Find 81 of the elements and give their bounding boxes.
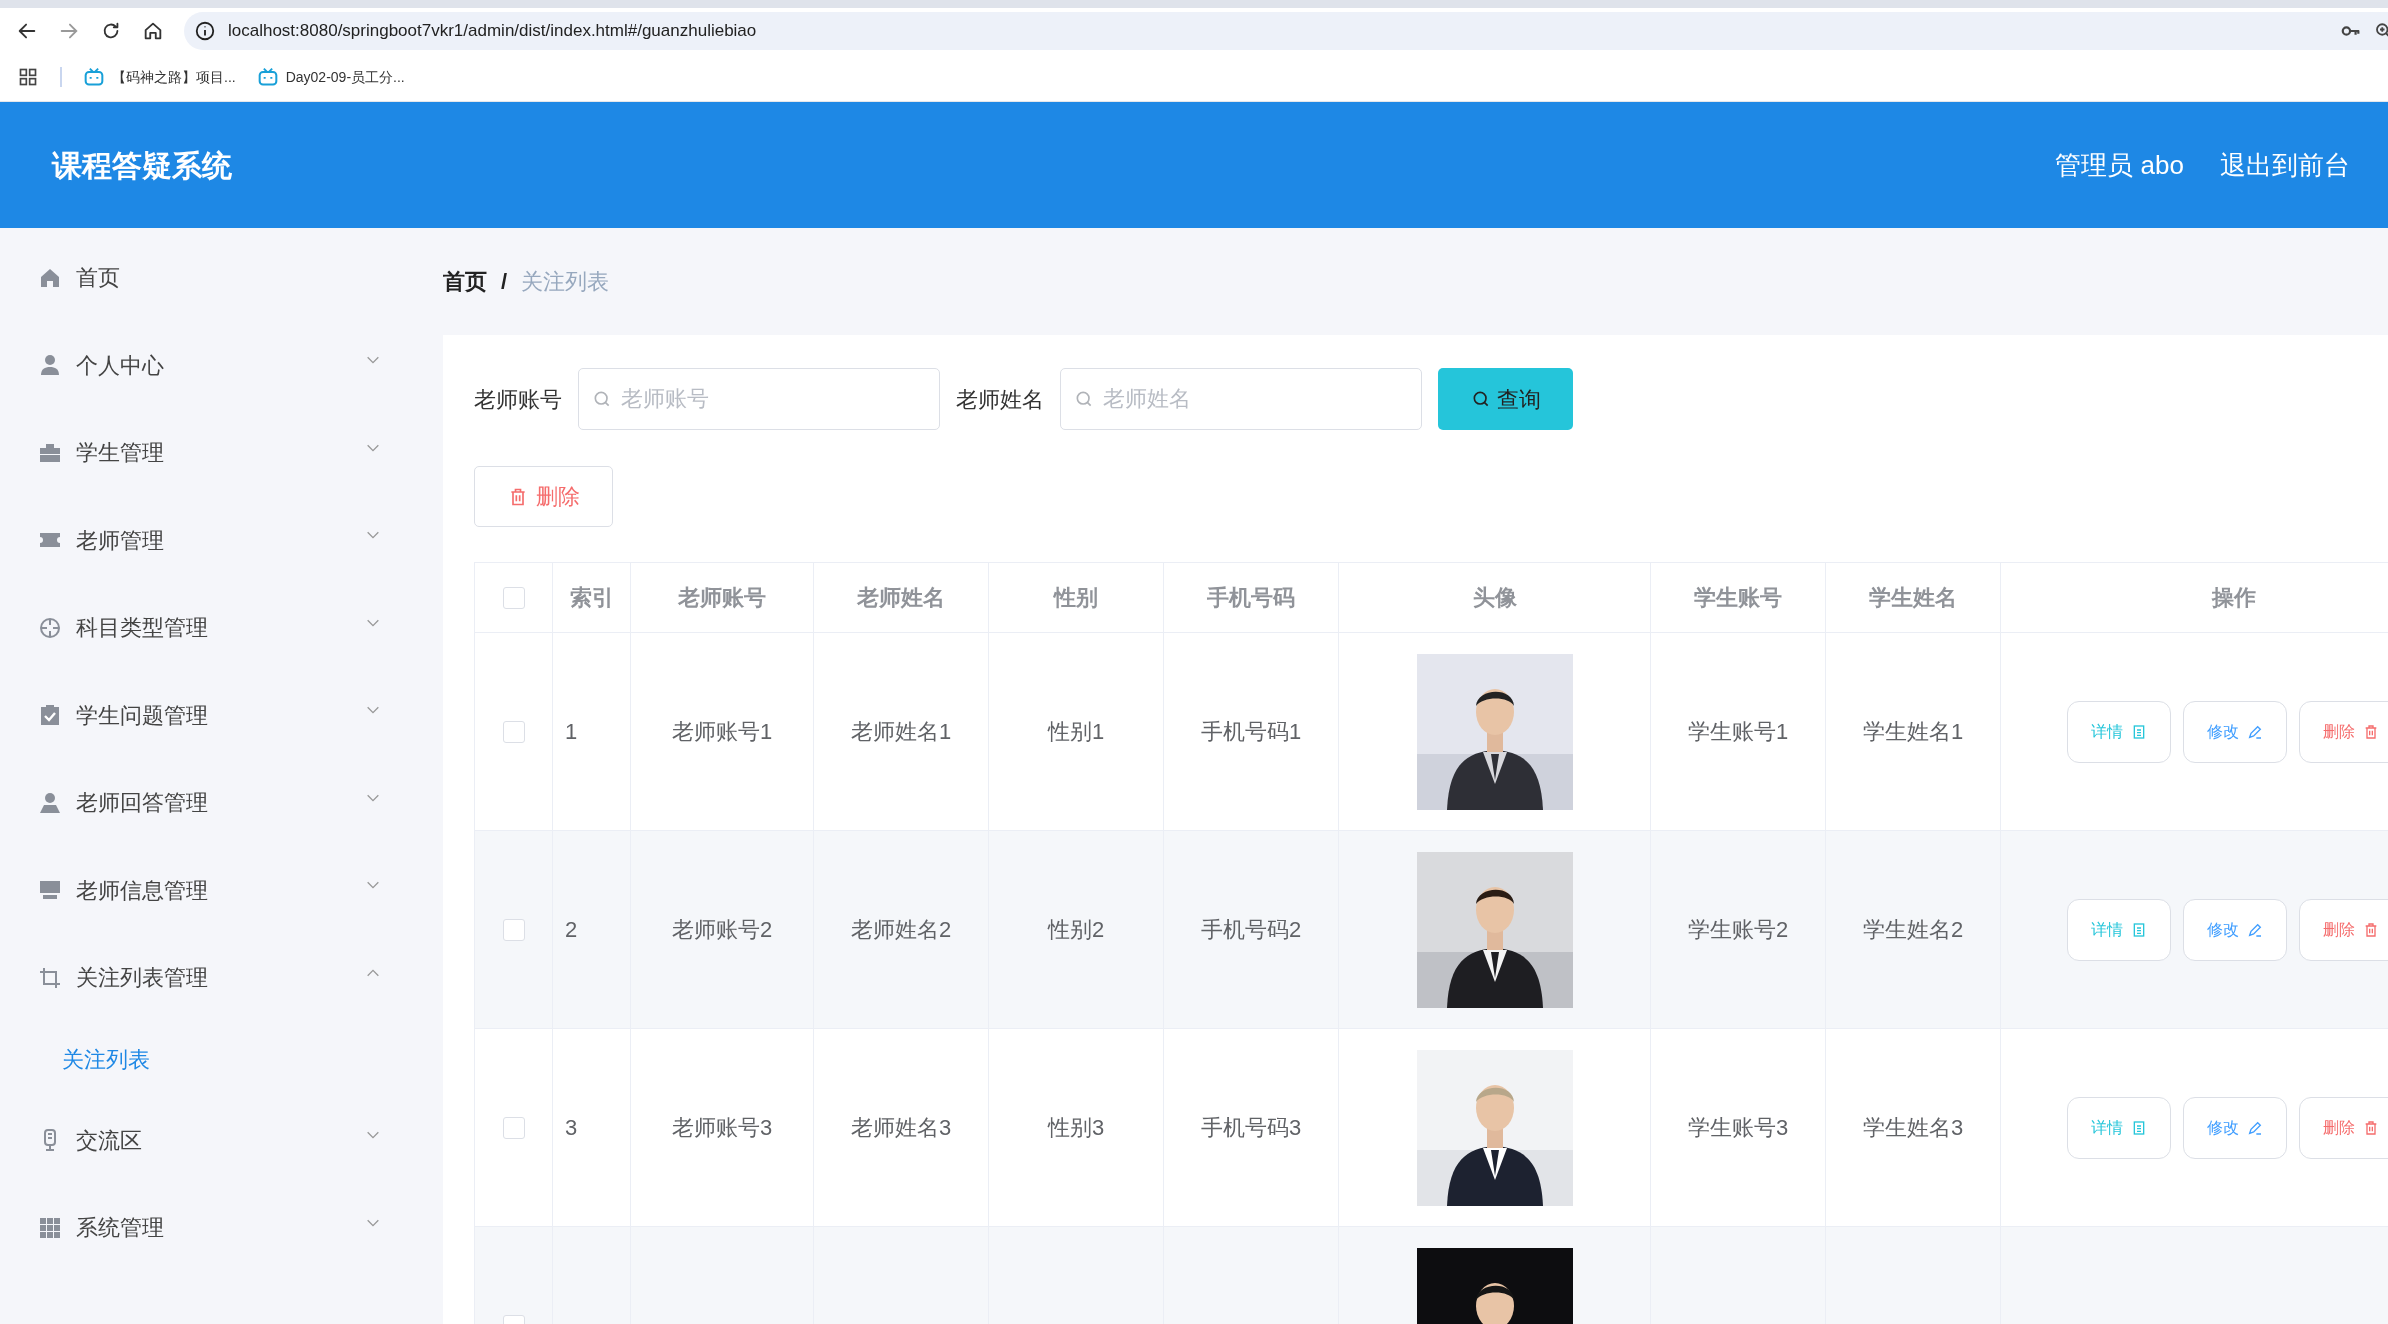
document-icon — [2131, 1119, 2147, 1136]
address-bar[interactable]: localhost:8080/springboot7vkr1/admin/dist/index.html#/guanzhuliebiao — [184, 11, 2388, 50]
sidebar-item[interactable]: 学生管理 — [0, 409, 443, 497]
sidebar-item[interactable]: 老师信息管理 — [0, 846, 443, 934]
breadcrumb-separator: / — [501, 268, 508, 296]
table-cell-text: 性别3 — [1047, 1114, 1105, 1142]
column-header: 老师姓名 — [857, 584, 945, 612]
table-cell-text: 学生姓名1 — [1862, 718, 1964, 746]
table-cell-text: 老师账号2 — [671, 916, 773, 944]
user-icon — [38, 790, 62, 815]
column-header: 老师账号 — [678, 584, 766, 612]
table-cell-text: 老师账号3 — [671, 1114, 773, 1142]
table-cell-text: 学生账号2 — [1687, 916, 1789, 944]
sidebar-item[interactable]: 系统管理 — [0, 1184, 443, 1272]
trash-icon — [2363, 921, 2379, 938]
trash-icon — [2363, 723, 2379, 740]
tv-icon — [257, 67, 278, 88]
info-icon[interactable] — [194, 19, 216, 42]
sidebar-item[interactable]: 首页 — [0, 234, 443, 322]
table-cell-text: 3 — [565, 1114, 578, 1142]
table-cell-text: 学生姓名2 — [1862, 916, 1964, 944]
apps-icon[interactable] — [18, 67, 38, 88]
field-label: 老师姓名 — [956, 385, 1044, 414]
query-button[interactable]: 查询 — [1438, 368, 1573, 430]
url-text: localhost:8080/springboot7vkr1/admin/dist/index.html#/guanzhuliebiao — [228, 19, 758, 42]
crosshair-icon — [38, 615, 62, 640]
sidebar-item[interactable]: 科目类型管理 — [0, 584, 443, 672]
column-header: 性别 — [1054, 584, 1098, 612]
bookmark[interactable]: Day02-09-员工分... — [257, 66, 405, 88]
column-header: 操作 — [2211, 584, 2256, 612]
document-icon — [2131, 723, 2147, 740]
breadcrumb-current: 关注列表 — [521, 268, 610, 296]
person-icon — [38, 353, 62, 378]
checkbox[interactable] — [502, 1116, 525, 1139]
grid-icon — [38, 1215, 62, 1240]
table-cell-text: 手机号码1 — [1200, 718, 1302, 746]
column-header: 学生姓名 — [1869, 584, 1957, 612]
search-icon — [592, 389, 612, 409]
table-cell-text: 2 — [565, 916, 578, 944]
column-header: 索引 — [569, 584, 614, 612]
sidebar-item[interactable]: 交流区 — [0, 1096, 443, 1184]
bookmark[interactable]: 【码神之路】项目... — [84, 66, 236, 88]
table-cell-text: 1 — [565, 718, 578, 746]
sidebar-item[interactable]: 个人中心 — [0, 321, 443, 409]
tv-icon — [84, 67, 104, 88]
search-field[interactable]: 老师姓名 — [1060, 368, 1422, 430]
user-name: 管理员 abo — [2055, 148, 2184, 182]
table-cell-text: 学生账号1 — [1687, 718, 1789, 746]
crop-icon — [38, 965, 62, 990]
column-header: 头像 — [1472, 584, 1517, 612]
table-cell-text: 学生姓名3 — [1862, 1114, 1964, 1142]
checkbox[interactable] — [502, 586, 525, 609]
field-label: 老师账号 — [474, 385, 562, 414]
column-header: 学生账号 — [1694, 584, 1782, 612]
table-cell-text: 性别2 — [1047, 916, 1105, 944]
table-cell-text: 老师账号1 — [671, 718, 773, 746]
table-cell-text: 手机号码2 — [1200, 916, 1302, 944]
table-cell-text: 学生账号3 — [1687, 1114, 1789, 1142]
breadcrumb-link[interactable]: 首页 — [443, 265, 487, 298]
pencil-icon — [2247, 1119, 2263, 1136]
pencil-icon — [2247, 723, 2263, 740]
sidebar-item[interactable]: 学生问题管理 — [0, 671, 443, 759]
clipboard-check-icon — [38, 703, 62, 728]
table-cell-text: 手机号码3 — [1200, 1114, 1302, 1142]
checkbox[interactable] — [502, 720, 525, 743]
table-cell-text: 老师姓名1 — [850, 718, 952, 746]
sidebar-item[interactable]: 老师回答管理 — [0, 759, 443, 847]
app-title: 课程答疑系统 — [52, 147, 232, 184]
checkbox[interactable] — [502, 918, 525, 941]
sidebar-item[interactable]: 关注列表管理 — [0, 934, 443, 1022]
search-field[interactable]: 老师账号 — [578, 368, 940, 430]
search-icon — [1074, 389, 1094, 409]
pencil-icon — [2247, 921, 2263, 938]
document-icon — [2131, 921, 2147, 938]
logout-link[interactable]: 退出到前台 — [2220, 145, 2350, 185]
column-header: 手机号码 — [1207, 584, 1295, 612]
trash-icon — [2363, 1119, 2379, 1136]
table-cell-text: 老师姓名2 — [850, 916, 952, 944]
sidebar-item[interactable]: 老师管理 — [0, 496, 443, 584]
table-cell-text: 老师姓名3 — [850, 1114, 952, 1142]
table-cell-text: 性别1 — [1047, 718, 1105, 746]
